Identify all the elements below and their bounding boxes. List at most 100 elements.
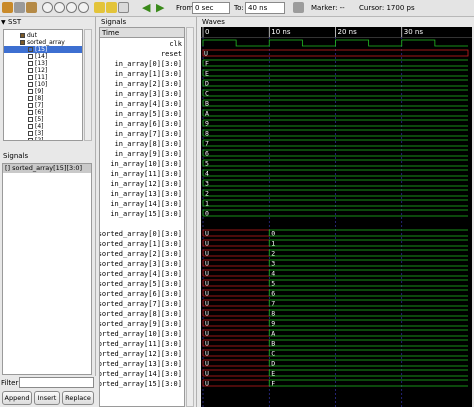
ruler-label: 0 <box>205 28 209 36</box>
zoom-in-icon[interactable] <box>54 2 65 13</box>
tree-item[interactable]: [10] <box>4 81 82 88</box>
signal-name[interactable]: clk <box>169 39 182 49</box>
tree-item[interactable]: [9] <box>4 88 82 95</box>
append-button[interactable]: Append <box>2 391 32 405</box>
tree-item-label: sorted_array <box>27 39 65 46</box>
signal-icon <box>28 54 33 59</box>
marker-readout: Marker: -- <box>311 4 345 12</box>
signal-name[interactable]: sorted_array[7][3:0] <box>100 299 182 309</box>
tree-item-label: [12] <box>35 67 48 74</box>
signal-name[interactable]: in_array[12][3:0] <box>110 179 182 189</box>
signal-name[interactable]: in_array[5][3:0] <box>115 109 182 119</box>
tree-scrollbar[interactable] <box>84 29 92 141</box>
signal-name[interactable]: sorted_array[8][3:0] <box>100 309 182 319</box>
cut-icon[interactable] <box>2 2 13 13</box>
reload-icon[interactable] <box>293 2 304 13</box>
tree-item[interactable]: [4] <box>4 123 82 130</box>
tree-item[interactable]: [12] <box>4 67 82 74</box>
signal-name[interactable]: sorted_array[3][3:0] <box>100 259 182 269</box>
sorted-array-waveform-value: D <box>271 360 275 368</box>
to-input[interactable]: 40 ns <box>245 2 285 14</box>
signal-names-list[interactable]: Time clk reset in_array[0][3:0] in_array[1]… <box>99 27 185 407</box>
signal-names-scrollbar[interactable] <box>186 27 194 407</box>
signal-name[interactable]: in_array[13][3:0] <box>110 189 182 199</box>
signal-name[interactable]: sorted_array[12][3:0] <box>100 349 182 359</box>
tree-item[interactable]: [11] <box>4 74 82 81</box>
signal-icon <box>28 89 33 94</box>
zoom-out-icon[interactable] <box>66 2 77 13</box>
sst-panel: ▼ SST dut sorted_array [15] [14] [13] [12] [11]… <box>0 17 96 151</box>
tree-item[interactable]: sorted_array <box>4 39 82 46</box>
signals-list-item[interactable]: [] sorted_array[15][3:0] <box>3 164 91 173</box>
tree-item-label: [14] <box>35 53 48 60</box>
signal-name[interactable]: in_array[0][3:0] <box>115 59 182 69</box>
replace-button[interactable]: Replace <box>62 391 94 405</box>
ruler-label: 20 ns <box>338 28 358 36</box>
sorted-array-waveform-value: U <box>205 360 209 368</box>
signal-name[interactable]: in_array[2][3:0] <box>115 79 182 89</box>
copy-icon[interactable] <box>14 2 25 13</box>
tree-item[interactable]: [13] <box>4 60 82 67</box>
first-icon[interactable] <box>94 2 105 13</box>
signal-name[interactable]: sorted_array[9][3:0] <box>100 319 182 329</box>
signal-name[interactable]: sorted_array[10][3:0] <box>100 329 182 339</box>
tree-item-label: [9] <box>35 88 44 95</box>
collapse-triangle-icon[interactable]: ▼ <box>1 17 6 28</box>
sst-title-text: SST <box>8 18 22 26</box>
sorted-array-waveform-value: U <box>205 370 209 378</box>
sorted-array-waveform-value: U <box>205 230 209 238</box>
tree-item[interactable]: [3] <box>4 130 82 137</box>
signal-name[interactable]: in_array[9][3:0] <box>115 149 182 159</box>
signal-name[interactable]: sorted_array[15][3:0] <box>100 379 182 389</box>
signal-name[interactable]: sorted_array[4][3:0] <box>100 269 182 279</box>
sorted-array-waveform-value: U <box>205 300 209 308</box>
in-array-waveform-value: B <box>205 100 209 108</box>
waveform-svg[interactable]: 0 10 ns 20 ns 30 nsUFEDCBA9876543210U 0U 1U 2U… <box>201 27 472 407</box>
tree-item[interactable]: [15] <box>4 46 82 53</box>
signal-name[interactable]: in_array[4][3:0] <box>115 99 182 109</box>
tree-item-label: [11] <box>35 74 48 81</box>
signal-name[interactable]: sorted_array[13][3:0] <box>100 359 182 369</box>
signals-list[interactable]: [] sorted_array[15][3:0] <box>2 163 92 375</box>
signal-name[interactable]: sorted_array[5][3:0] <box>100 279 182 289</box>
tree-item[interactable]: [6] <box>4 109 82 116</box>
clk-waveform <box>202 39 468 47</box>
signal-name[interactable]: sorted_array[6][3:0] <box>100 289 182 299</box>
insert-button[interactable]: Insert <box>34 391 60 405</box>
waveform-canvas[interactable]: 0 10 ns 20 ns 30 ns U F E D C B A 9 8 7 6 5 4 3 2 1 0 U 0 U 1 U 2 U… <box>201 27 472 407</box>
signal-name[interactable]: sorted_array[1][3:0] <box>100 239 182 249</box>
paste-icon[interactable] <box>26 2 37 13</box>
signal-name[interactable]: in_array[7][3:0] <box>115 129 182 139</box>
filter-input[interactable] <box>19 377 94 388</box>
signal-name[interactable]: in_array[10][3:0] <box>110 159 182 169</box>
signal-name[interactable]: in_array[8][3:0] <box>115 139 182 149</box>
hierarchy-tree[interactable]: dut sorted_array [15] [14] [13] [12] [11] [10][… <box>3 29 83 141</box>
signal-name[interactable]: reset <box>161 49 182 59</box>
tree-item[interactable]: [8] <box>4 95 82 102</box>
tree-item[interactable]: [5] <box>4 116 82 123</box>
back-arrow-icon[interactable]: ◀ <box>142 1 150 14</box>
signal-name[interactable]: sorted_array[14][3:0] <box>100 369 182 379</box>
signal-name[interactable]: in_array[14][3:0] <box>110 199 182 209</box>
signal-name[interactable]: in_array[1][3:0] <box>115 69 182 79</box>
marker-icon[interactable] <box>118 2 129 13</box>
signal-name[interactable]: in_array[6][3:0] <box>115 119 182 129</box>
signal-name[interactable]: sorted_array[2][3:0] <box>100 249 182 259</box>
signal-name[interactable]: sorted_array[0][3:0] <box>100 229 182 239</box>
zoom-undo-icon[interactable] <box>78 2 89 13</box>
from-input[interactable]: 0 sec <box>192 2 230 14</box>
time-header: Time <box>100 28 184 38</box>
signal-name[interactable]: in_array[3][3:0] <box>115 89 182 99</box>
signal-name[interactable]: sorted_array[11][3:0] <box>100 339 182 349</box>
signal-name[interactable]: in_array[11][3:0] <box>110 169 182 179</box>
signal-icon <box>28 75 33 80</box>
tree-item[interactable]: [14] <box>4 53 82 60</box>
tree-item[interactable]: [7] <box>4 102 82 109</box>
last-icon[interactable] <box>106 2 117 13</box>
signal-name[interactable]: in_array[15][3:0] <box>110 209 182 219</box>
tree-item[interactable]: [2] <box>4 137 82 140</box>
tree-item[interactable]: dut <box>4 32 82 39</box>
sst-title: ▼ SST <box>0 17 95 28</box>
zoom-fit-icon[interactable] <box>42 2 53 13</box>
forward-arrow-icon[interactable]: ▶ <box>156 1 164 14</box>
